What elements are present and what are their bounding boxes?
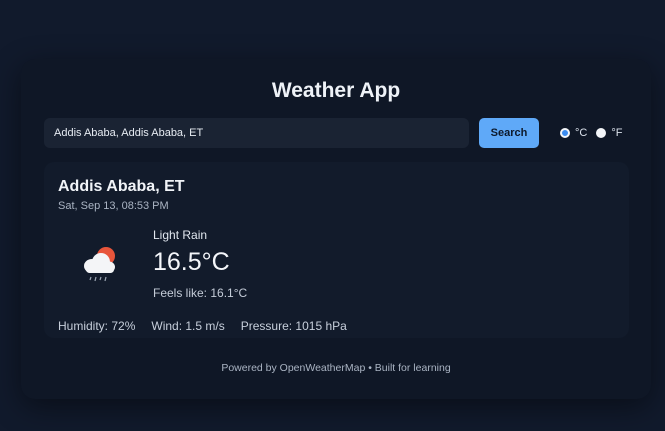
celsius-label: °C — [575, 127, 588, 139]
pressure-stat: Pressure: 1015 hPa — [240, 319, 347, 333]
footer-text: Powered by OpenWeatherMap • Built for le… — [221, 362, 451, 374]
unit-toggle: °C °F — [560, 127, 631, 139]
date-time: Sat, Sep 13, 08:53 PM — [58, 200, 169, 212]
app-card: Weather App Search °C °F Addis Ababa, ET… — [21, 59, 651, 399]
search-button[interactable]: Search — [479, 118, 539, 148]
feels-like: Feels like: 16.1°C — [153, 286, 248, 300]
fahrenheit-radio[interactable] — [596, 128, 607, 138]
rain-cloud-sun-icon — [84, 247, 115, 282]
fahrenheit-option[interactable]: °F — [596, 127, 622, 139]
stats-row: Humidity: 72% Wind: 1.5 m/s Pressure: 10… — [58, 319, 363, 333]
city-name: Addis Ababa, ET — [58, 178, 185, 195]
search-input[interactable] — [44, 118, 469, 148]
weather-condition: Light Rain — [153, 228, 208, 242]
temperature: 16.5°C — [153, 248, 230, 276]
app-title: Weather App — [271, 79, 401, 102]
fahrenheit-label: °F — [611, 127, 623, 139]
celsius-option[interactable]: °C — [560, 127, 587, 139]
humidity-stat: Humidity: 72% — [58, 319, 136, 333]
search-row: Search °C °F — [44, 118, 639, 148]
wind-stat: Wind: 1.5 m/s — [151, 319, 225, 333]
weather-panel: Addis Ababa, ET Sat, Sep 13, 08:53 PM Li… — [44, 162, 629, 338]
celsius-radio[interactable] — [560, 128, 570, 138]
